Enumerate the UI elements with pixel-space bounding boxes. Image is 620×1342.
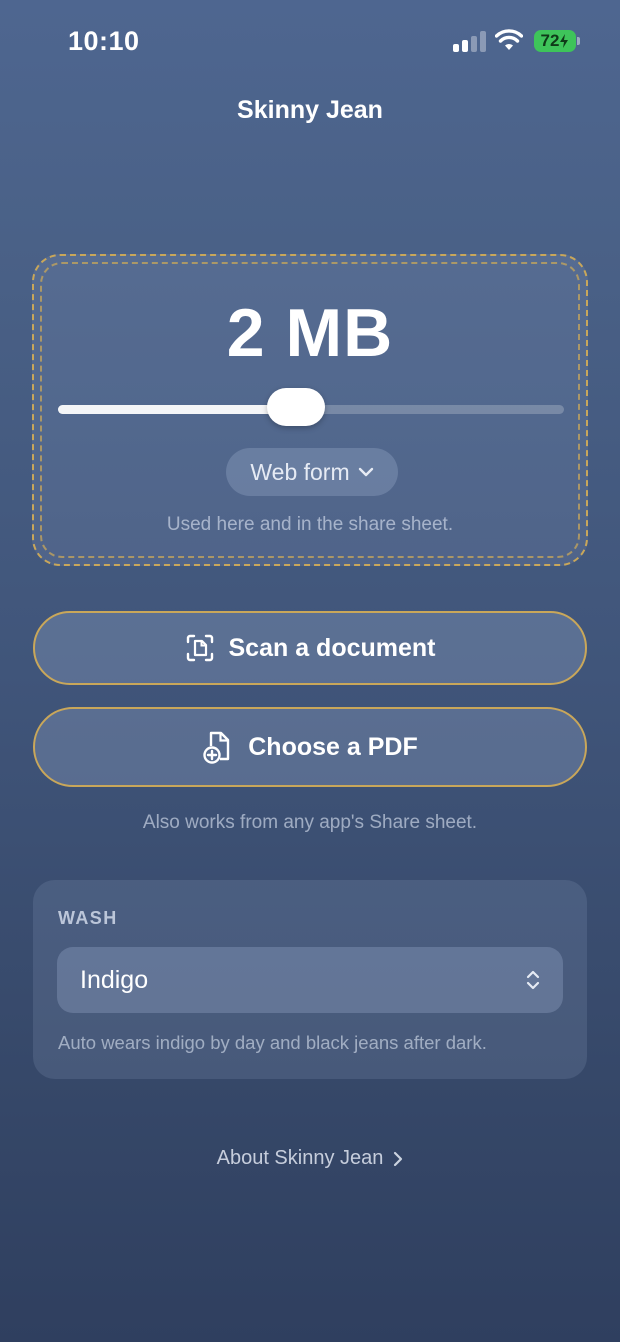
status-bar: 10:10 72 xyxy=(0,0,620,80)
battery-cap xyxy=(577,37,580,45)
wash-selected-value: Indigo xyxy=(80,965,149,994)
charging-bolt-icon xyxy=(560,34,569,48)
add-document-icon xyxy=(203,731,230,764)
chevron-down-icon xyxy=(358,467,373,477)
cellular-signal-icon xyxy=(453,30,487,52)
about-label: About Skinny Jean xyxy=(216,1147,384,1169)
wash-card: WASH Indigo Auto wears indigo by day and… xyxy=(33,880,587,1079)
slider-thumb[interactable] xyxy=(266,388,325,426)
share-sheet-note: Also works from any app's Share sheet. xyxy=(142,812,478,833)
battery-level: 72 xyxy=(540,31,560,50)
choose-pdf-button[interactable]: Choose a PDF xyxy=(33,707,587,787)
size-card: 2 MB Web form Used here and in the share… xyxy=(32,254,588,566)
format-label: Web form xyxy=(250,458,350,485)
wash-caption: Auto wears indigo by day and black jeans… xyxy=(58,1032,487,1053)
status-time: 10:10 xyxy=(68,26,140,56)
about-link[interactable]: About Skinny Jean xyxy=(0,1147,620,1170)
size-value: 2 MB xyxy=(226,295,394,371)
battery-icon: 72 xyxy=(534,30,576,52)
scan-document-label: Scan a document xyxy=(228,633,436,662)
format-picker-button[interactable]: Web form xyxy=(226,448,398,496)
page-title: Skinny Jean xyxy=(237,96,383,124)
slider-fill xyxy=(58,405,296,414)
size-slider[interactable] xyxy=(58,388,564,426)
size-caption: Used here and in the share sheet. xyxy=(166,514,454,535)
scan-document-icon xyxy=(186,634,213,662)
up-down-chevron-icon xyxy=(526,970,540,990)
scan-document-button[interactable]: Scan a document xyxy=(33,611,587,685)
chevron-right-icon xyxy=(394,1151,403,1166)
choose-pdf-label: Choose a PDF xyxy=(248,732,418,761)
wash-select[interactable]: Indigo xyxy=(57,947,563,1013)
wifi-icon xyxy=(495,29,523,50)
wash-section-label: WASH xyxy=(58,908,118,928)
